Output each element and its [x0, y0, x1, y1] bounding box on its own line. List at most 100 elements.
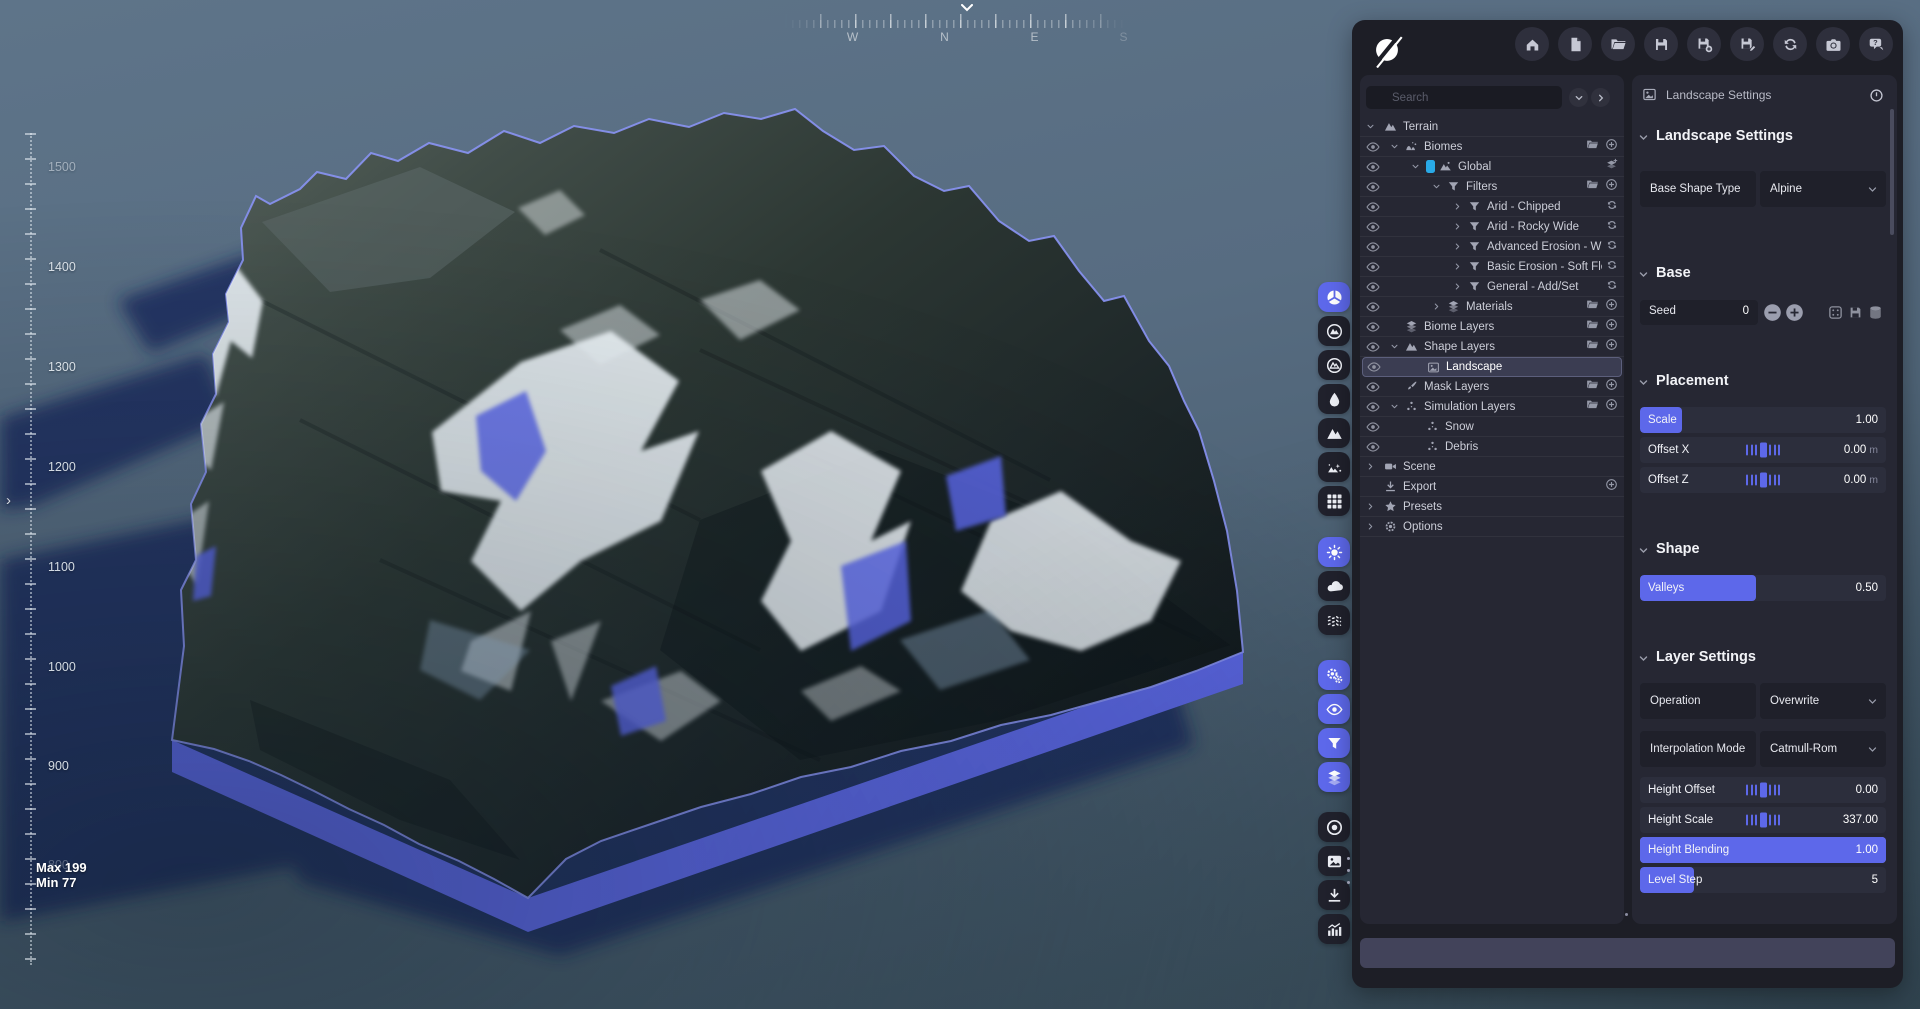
seed-save-button[interactable]	[1848, 305, 1863, 320]
visibility-toggle[interactable]	[1366, 380, 1384, 394]
expand-toggle[interactable]	[1366, 462, 1384, 471]
add-button[interactable]	[1605, 398, 1618, 416]
expand-toggle[interactable]	[1453, 262, 1468, 271]
expand-toggle[interactable]	[1432, 302, 1447, 311]
side-cloud-button[interactable]	[1318, 571, 1350, 601]
side-funnel-button[interactable]	[1318, 728, 1350, 758]
tree-item-landscape[interactable]: Landscape	[1362, 357, 1622, 377]
tree-item-terrain[interactable]: Terrain	[1360, 117, 1624, 137]
sync-button[interactable]	[1773, 27, 1807, 61]
save-edit-button[interactable]	[1730, 27, 1764, 61]
open-group-button[interactable]	[1586, 178, 1599, 196]
visibility-toggle[interactable]	[1366, 260, 1384, 274]
expand-toggle[interactable]	[1390, 142, 1405, 151]
side-eye-button[interactable]	[1318, 694, 1350, 724]
side-waves-button[interactable]	[1318, 605, 1350, 635]
visibility-toggle[interactable]	[1366, 180, 1384, 194]
tree-item-options[interactable]: Options	[1360, 517, 1624, 537]
expand-toggle[interactable]	[1366, 522, 1384, 531]
search-input[interactable]	[1366, 86, 1562, 109]
sync-button[interactable]	[1606, 238, 1618, 256]
add-layer-button[interactable]	[1605, 158, 1618, 176]
color-chip[interactable]	[1426, 160, 1435, 173]
seed-presets-button[interactable]	[1868, 305, 1883, 320]
add-button[interactable]	[1605, 178, 1618, 196]
tree-item-snow[interactable]: Snow	[1360, 417, 1624, 437]
visibility-toggle[interactable]	[1366, 440, 1384, 454]
add-button[interactable]	[1605, 318, 1618, 336]
tree-item-arid-chipped[interactable]: Arid - Chipped	[1360, 197, 1624, 217]
value-scrubber[interactable]	[1746, 783, 1780, 798]
folder-open-button[interactable]	[1601, 27, 1635, 61]
seed-decrement-button[interactable]	[1763, 303, 1782, 322]
height-blending-slider[interactable]: Height Blending 1.00	[1640, 837, 1886, 863]
visibility-toggle[interactable]	[1366, 140, 1384, 154]
side-chart-button[interactable]	[1318, 914, 1350, 944]
panel-resize-handle[interactable]	[1347, 857, 1351, 884]
side-peaks-button[interactable]	[1318, 452, 1350, 482]
interpolation-mode-dropdown[interactable]: Catmull-Rom	[1760, 731, 1886, 767]
tree-item-shape-layers[interactable]: Shape Layers	[1360, 337, 1624, 357]
save-plus-button[interactable]	[1687, 27, 1721, 61]
visibility-toggle[interactable]	[1366, 160, 1384, 174]
visibility-toggle[interactable]	[1366, 340, 1384, 354]
offset-z-field[interactable]: Offset Z 0.00m	[1640, 467, 1886, 493]
visibility-toggle[interactable]	[1366, 200, 1384, 214]
add-button[interactable]	[1605, 378, 1618, 396]
level-step-slider[interactable]: Level Step 5	[1640, 867, 1886, 893]
section-base[interactable]: Base	[1640, 265, 1889, 285]
sync-button[interactable]	[1606, 258, 1618, 276]
tree-item-arid-rocky-wide[interactable]: Arid - Rocky Wide	[1360, 217, 1624, 237]
app-logo-icon[interactable]	[1368, 30, 1406, 68]
tree-item-mask-layers[interactable]: Mask Layers	[1360, 377, 1624, 397]
visibility-toggle[interactable]	[1367, 360, 1385, 374]
search-filter-button[interactable]	[1569, 88, 1588, 107]
side-image-button[interactable]	[1318, 846, 1350, 876]
visibility-toggle[interactable]	[1366, 280, 1384, 294]
side-terrain-view-button[interactable]	[1318, 282, 1350, 312]
left-panel-expander[interactable]: ›	[6, 492, 11, 509]
value-scrubber[interactable]	[1746, 473, 1780, 488]
camera-button[interactable]	[1816, 27, 1850, 61]
open-group-button[interactable]	[1586, 338, 1599, 356]
section-shape[interactable]: Shape	[1640, 541, 1889, 561]
save-button[interactable]	[1644, 27, 1678, 61]
value-scrubber[interactable]	[1746, 813, 1780, 828]
side-droplet-button[interactable]	[1318, 384, 1350, 414]
sync-button[interactable]	[1606, 198, 1618, 216]
side-mountain-button[interactable]	[1318, 418, 1350, 448]
expand-toggle[interactable]	[1390, 402, 1405, 411]
expand-toggle[interactable]	[1390, 342, 1405, 351]
side-gears-button[interactable]	[1318, 660, 1350, 690]
sync-button[interactable]	[1606, 278, 1618, 296]
column-resize-handle[interactable]	[1625, 913, 1628, 916]
sync-button[interactable]	[1606, 218, 1618, 236]
side-record-button[interactable]	[1318, 812, 1350, 842]
open-group-button[interactable]	[1586, 138, 1599, 156]
side-layers-button[interactable]	[1318, 762, 1350, 792]
side-sun-button[interactable]	[1318, 537, 1350, 567]
side-mountain-circle-button[interactable]	[1318, 316, 1350, 346]
section-layer-settings[interactable]: Layer Settings	[1640, 649, 1889, 669]
visibility-toggle[interactable]	[1366, 320, 1384, 334]
open-group-button[interactable]	[1586, 298, 1599, 316]
open-group-button[interactable]	[1586, 318, 1599, 336]
tree-item-general-add-set[interactable]: General - Add/Set	[1360, 277, 1624, 297]
add-button[interactable]	[1605, 138, 1618, 156]
file-button[interactable]	[1558, 27, 1592, 61]
tree-item-scene[interactable]: Scene	[1360, 457, 1624, 477]
tree-item-presets[interactable]: Presets	[1360, 497, 1624, 517]
seed-randomize-button[interactable]	[1828, 305, 1843, 320]
side-mountain-ring-button[interactable]	[1318, 350, 1350, 380]
visibility-toggle[interactable]	[1366, 300, 1384, 314]
tree-item-filters[interactable]: Filters	[1360, 177, 1624, 197]
help-button[interactable]: ?	[1859, 27, 1893, 61]
tree-item-debris[interactable]: Debris	[1360, 437, 1624, 457]
offset-x-field[interactable]: Offset X 0.00m	[1640, 437, 1886, 463]
add-button[interactable]	[1605, 338, 1618, 356]
visibility-toggle[interactable]	[1366, 240, 1384, 254]
base-shape-type-dropdown[interactable]: Alpine	[1760, 171, 1886, 207]
search-next-button[interactable]	[1591, 88, 1610, 107]
expand-toggle[interactable]	[1366, 502, 1384, 511]
expand-toggle[interactable]	[1366, 122, 1384, 131]
